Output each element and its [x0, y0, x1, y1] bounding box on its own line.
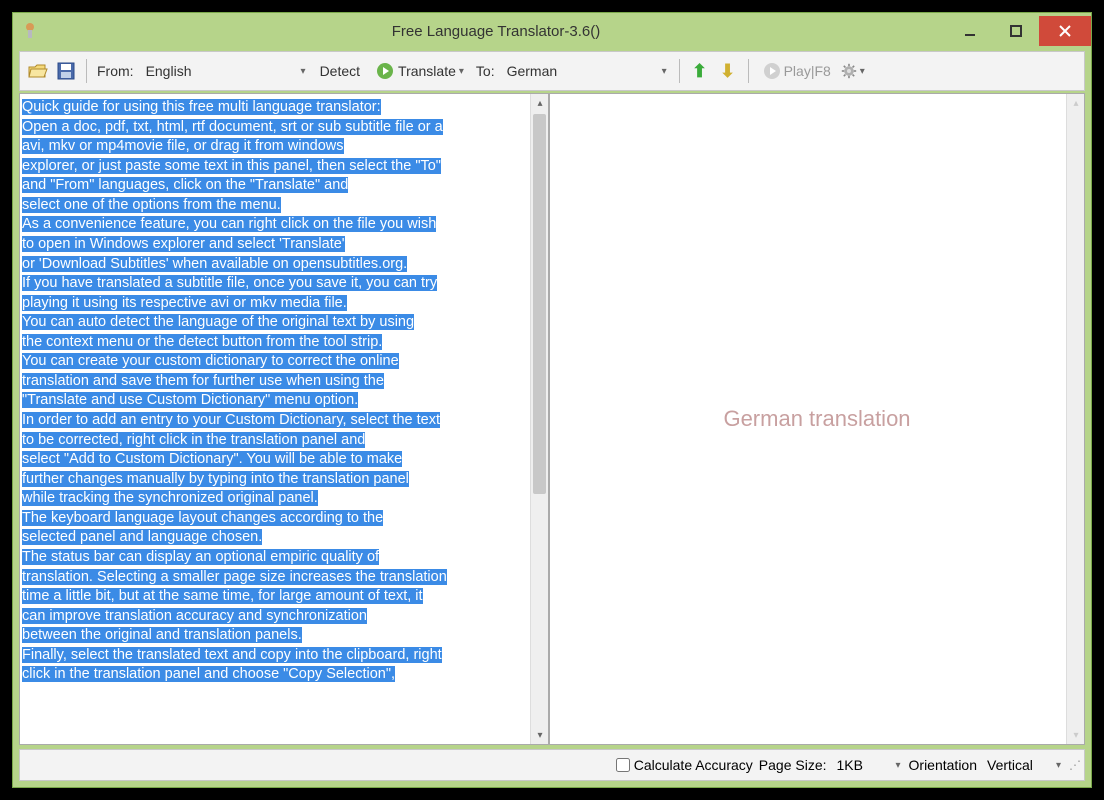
close-button[interactable]: [1039, 16, 1091, 46]
titlebar: Free Language Translator-3.6(): [13, 13, 1091, 49]
to-language-value: German: [507, 63, 558, 79]
detect-button[interactable]: Detect: [314, 58, 366, 84]
maximize-button[interactable]: [993, 16, 1039, 46]
separator: [86, 59, 87, 83]
detect-label: Detect: [320, 63, 360, 79]
calculate-accuracy-checkbox[interactable]: Calculate Accuracy: [616, 757, 753, 773]
toolbar: From: English Detect Translate ▾ To: Ger…: [19, 51, 1085, 91]
page-size-value: 1KB: [837, 757, 863, 773]
scrollbar-vertical[interactable]: ▴ ▾: [1066, 94, 1084, 744]
open-file-button[interactable]: [26, 59, 50, 83]
window-title: Free Language Translator-3.6(): [45, 23, 947, 40]
scroll-down-icon[interactable]: ▾: [1067, 726, 1085, 744]
save-button[interactable]: [54, 59, 78, 83]
window-controls: [947, 16, 1091, 46]
play-button[interactable]: Play|F8: [757, 58, 837, 84]
app-icon: [21, 22, 39, 40]
translate-label: Translate: [398, 63, 456, 79]
checkbox-input[interactable]: [616, 758, 630, 772]
orientation-value: Vertical: [987, 757, 1033, 773]
scrollbar-vertical[interactable]: ▴ ▾: [530, 94, 548, 744]
resize-grip-icon[interactable]: ⋰: [1069, 758, 1080, 772]
orientation-label: Orientation: [909, 757, 977, 773]
play-icon: [376, 62, 394, 80]
target-text-pane[interactable]: German translation ▴ ▾: [549, 93, 1085, 745]
scrollbar-thumb[interactable]: [533, 114, 546, 494]
separator: [748, 59, 749, 83]
scroll-up-icon[interactable]: ▴: [531, 94, 549, 112]
target-placeholder: German translation: [723, 406, 910, 432]
move-down-button[interactable]: ⬇: [716, 59, 740, 83]
checkbox-label: Calculate Accuracy: [634, 757, 753, 773]
to-label: To:: [474, 63, 497, 79]
minimize-button[interactable]: [947, 16, 993, 46]
from-label: From:: [95, 63, 136, 79]
app-window: Free Language Translator-3.6(): [12, 12, 1092, 788]
page-size-select[interactable]: 1KB: [833, 757, 903, 773]
play-label: Play|F8: [784, 63, 831, 79]
statusbar: Calculate Accuracy Page Size: 1KB Orient…: [19, 749, 1085, 781]
scroll-up-icon[interactable]: ▴: [1067, 94, 1085, 112]
move-up-button[interactable]: ⬆: [688, 59, 712, 83]
translate-button[interactable]: Translate ▾: [370, 58, 470, 84]
chevron-down-icon: ▾: [459, 66, 464, 77]
orientation-select[interactable]: Vertical: [983, 757, 1063, 773]
from-language-select[interactable]: English: [140, 58, 310, 84]
scroll-down-icon[interactable]: ▾: [531, 726, 549, 744]
separator: [679, 59, 680, 83]
content-area: Quick guide for using this free multi la…: [19, 93, 1085, 745]
from-language-value: English: [146, 63, 192, 79]
source-text[interactable]: Quick guide for using this free multi la…: [20, 94, 530, 744]
page-size-label: Page Size:: [759, 757, 827, 773]
settings-button[interactable]: ▾: [841, 59, 865, 83]
to-language-select[interactable]: German: [501, 58, 671, 84]
play-circle-icon: [763, 62, 781, 80]
source-text-pane[interactable]: Quick guide for using this free multi la…: [19, 93, 549, 745]
chevron-down-icon: ▾: [860, 66, 865, 77]
